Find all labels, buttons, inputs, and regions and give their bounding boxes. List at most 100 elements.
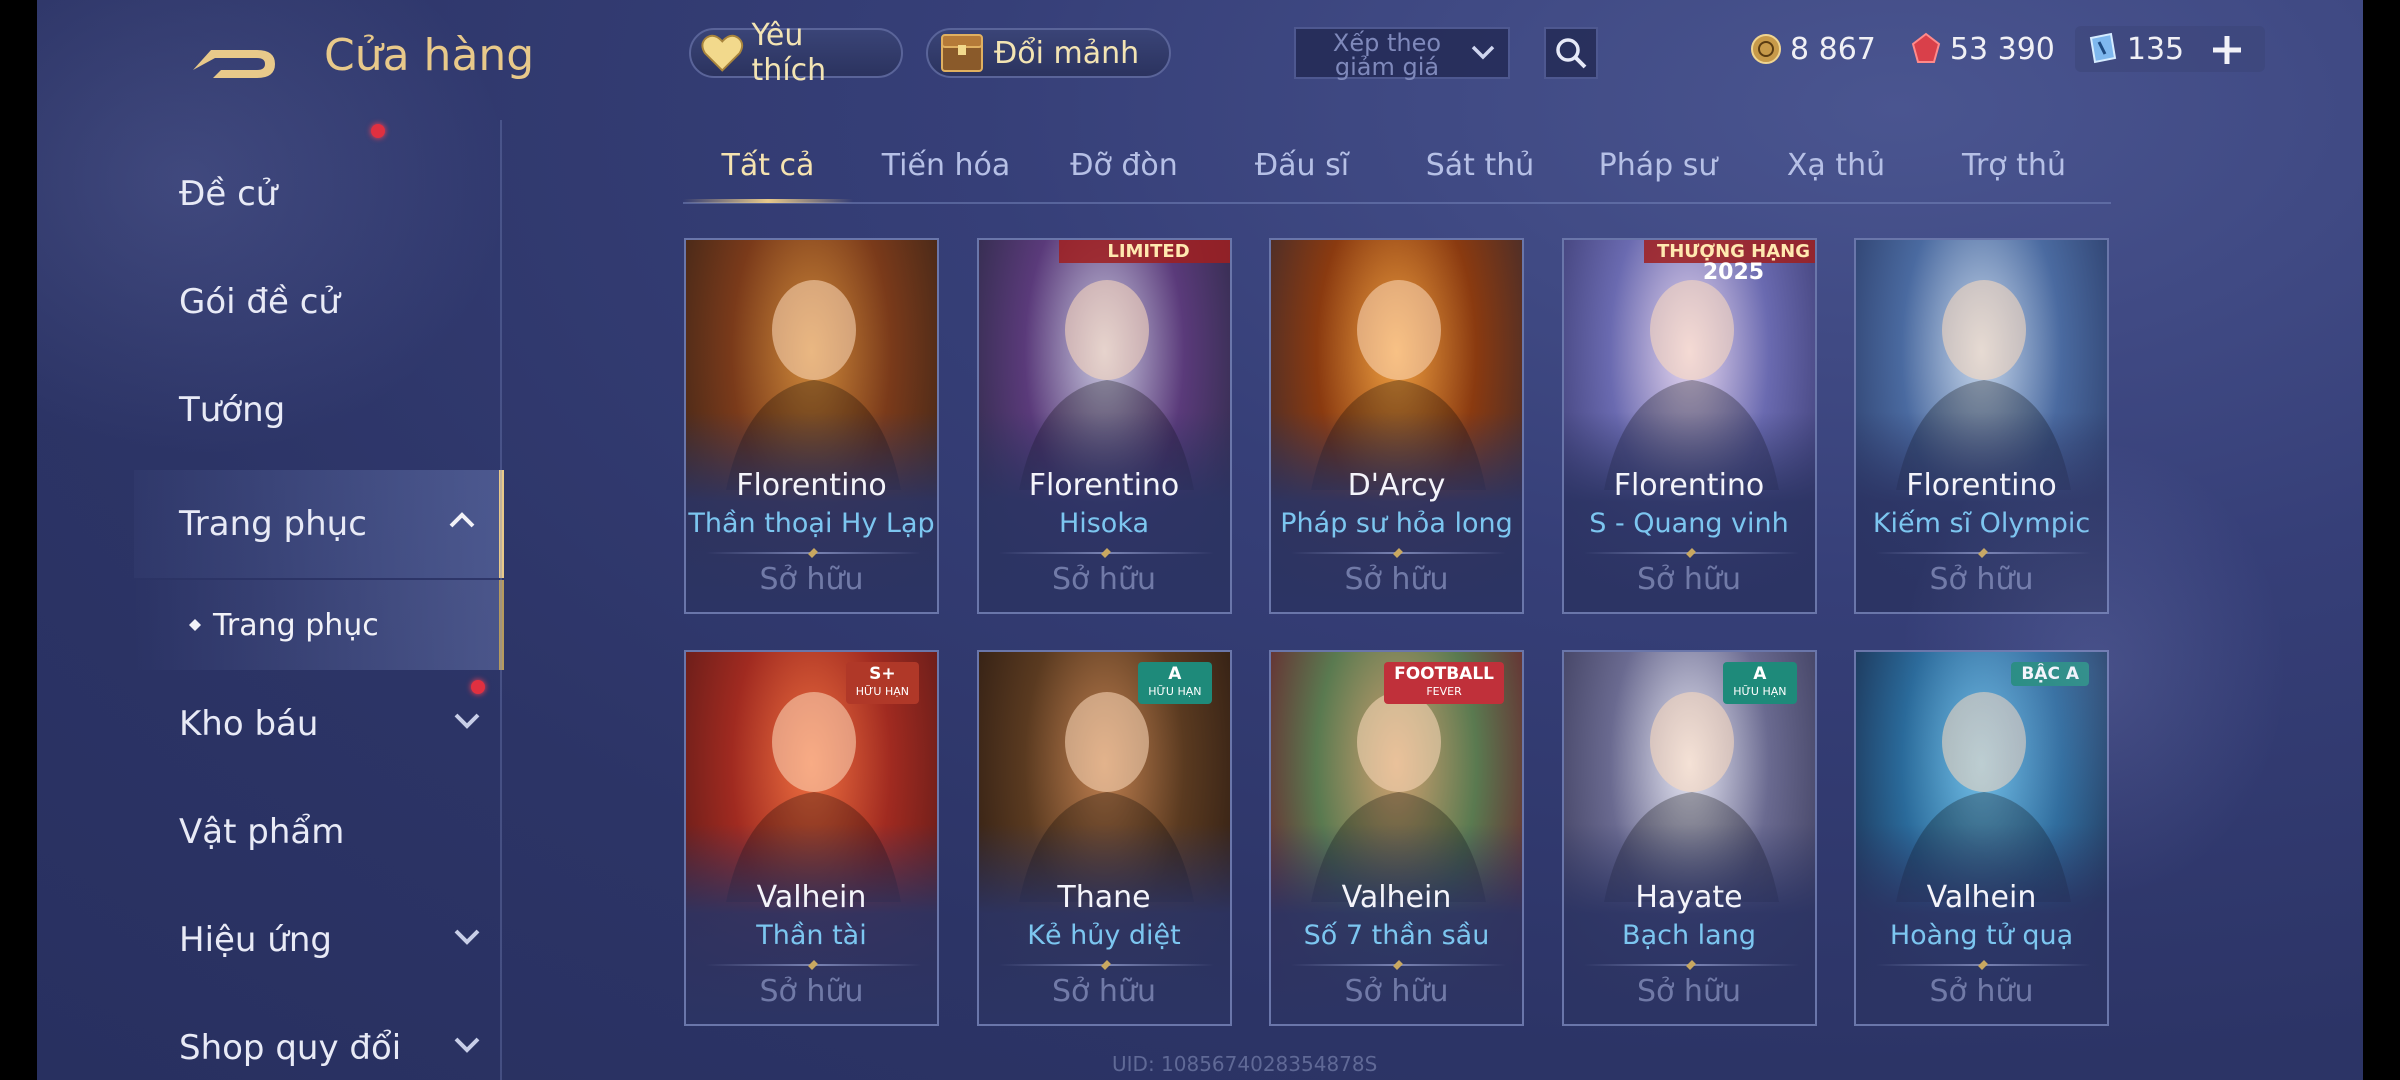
card-separator [706, 552, 921, 554]
category-tabs: Tất cả Tiến hóa Đỡ đòn Đấu sĩ Sát thủ Ph… [683, 140, 2111, 204]
skin-card[interactable]: BẬC A Valhein Hoàng tử quạ Sở hữu [1854, 650, 2109, 1026]
card-separator [1876, 964, 2091, 966]
owned-status: Sở hữu [1637, 562, 1741, 597]
sidebar: Đề cử Gói đề cử Tướng Trang phục Trang p… [134, 124, 504, 1080]
tab-label: Pháp sư [1598, 148, 1718, 183]
hero-name: Florentino [736, 468, 887, 503]
chevron-down-icon [454, 929, 480, 945]
owned-status: Sở hữu [759, 974, 864, 1009]
hero-name: D'Arcy [1347, 468, 1446, 503]
tier-badge-label: FOOTBALL [1394, 664, 1494, 684]
sidebar-item-label: Hiệu ứng [179, 920, 332, 960]
back-button[interactable] [187, 30, 283, 90]
skin-name: Hoàng tử quạ [1889, 920, 2074, 951]
owned-status: Sở hữu [759, 562, 864, 597]
sort-dropdown[interactable]: Xếp theo giảm giá [1294, 27, 1510, 79]
tier-badge: FOOTBALL FEVER [1384, 662, 1504, 704]
owned-status: Sở hữu [1344, 974, 1449, 1009]
card-separator [1583, 552, 1799, 554]
hero-name: Valhein [1341, 880, 1452, 915]
diamond-bullet-icon [189, 619, 201, 631]
skin-name: Kiếm sĩ Olympic [1872, 508, 2091, 539]
skin-card[interactable]: THƯỢNG HẠNG 2025 Florentino S - Quang vinh S… [1561, 238, 1817, 614]
skin-card[interactable]: A HỮU HẠN Hayate Bạch lang Sở hữu [1561, 650, 1817, 1026]
skin-card[interactable]: Florentino Thần thoại Hy Lạp Sở hữu [684, 238, 939, 614]
card-separator [998, 964, 1214, 966]
sidebar-item-bundles[interactable]: Gói đề cử [134, 124, 504, 356]
hero-name: Thane [1057, 880, 1151, 915]
card-separator [706, 964, 921, 966]
sidebar-divider [500, 120, 502, 1080]
sidebar-item-heroes[interactable]: Tướng [134, 356, 504, 464]
sidebar-item-items[interactable]: Vật phẩm [134, 778, 504, 886]
search-button[interactable] [1544, 27, 1598, 79]
skin-card[interactable]: A HỮU HẠN Thane Kẻ hủy diệt Sở hữu [976, 650, 1232, 1026]
card-fade [1856, 412, 2107, 612]
search-icon [1556, 38, 1587, 69]
shards-button[interactable]: Đổi mảnh [926, 28, 1171, 78]
tab-label: Trợ thủ [1962, 148, 2066, 183]
sidebar-item-label: Shop quy đổi [179, 1028, 402, 1068]
skin-artwork [1856, 240, 2107, 612]
gold-currency[interactable]: 8 867 [1740, 26, 1886, 72]
treasure-chest-icon [941, 34, 983, 72]
card-separator [1291, 964, 1506, 966]
tab-tank[interactable]: Đỡ đòn [1039, 148, 1209, 183]
sidebar-item-exchange-shop[interactable]: Shop quy đổi [134, 994, 504, 1080]
skin-card[interactable]: FOOTBALL FEVER Valhein Số 7 thần sầu Sở hữu [1269, 650, 1524, 1026]
gem-value: 53 390 [1949, 31, 2055, 67]
skin-card[interactable]: D'Arcy Pháp sư hỏa long Sở hữu [1269, 238, 1524, 614]
tier-badge-label: BẬC A [2021, 664, 2079, 684]
favorites-button[interactable]: Yêu thích [689, 18, 903, 88]
hero-name: Florentino [1028, 468, 1180, 503]
hero-name: Valhein [1926, 880, 2037, 915]
hero-name: Valhein [756, 880, 867, 915]
sidebar-item-skins[interactable]: Trang phục [134, 470, 504, 578]
skin-name: Bạch lang [1622, 920, 1756, 951]
skin-card[interactable]: LIMITED Florentino Hisoka Sở hữu [976, 238, 1232, 614]
hero-name: Hayate [1635, 880, 1743, 915]
sidebar-item-treasure[interactable]: Kho báu [134, 670, 504, 778]
chevron-down-icon [1471, 45, 1495, 60]
active-tab-indicator [683, 199, 853, 203]
tab-label: Sát thủ [1425, 148, 1535, 183]
sidebar-subitem-skins[interactable]: Trang phục [134, 580, 504, 670]
add-currency-button[interactable] [2205, 28, 2249, 72]
tab-fighter[interactable]: Đấu sĩ [1217, 148, 1387, 183]
skin-name: Pháp sư hỏa long [1280, 508, 1513, 539]
tab-label: Tiến hóa [881, 148, 1011, 183]
sidebar-item-label: Kho báu [179, 704, 319, 744]
sidebar-item-effects[interactable]: Hiệu ứng [134, 886, 504, 994]
tab-label: Đấu sĩ [1254, 148, 1350, 183]
tab-evolution[interactable]: Tiến hóa [861, 148, 1031, 183]
gold-coin-icon [1751, 34, 1781, 64]
hero-name: Florentino [1613, 468, 1765, 503]
tab-mage[interactable]: Pháp sư [1573, 148, 1743, 183]
skin-name: Kẻ hủy diệt [1027, 920, 1181, 951]
tab-label: Tất cả [721, 148, 815, 183]
tab-marksman[interactable]: Xạ thủ [1751, 148, 1921, 183]
sort-label: Xếp theo giảm giá [1332, 29, 1442, 81]
tier-badge-sub: HỮU HẠN [1733, 685, 1787, 698]
heart-icon [701, 34, 744, 72]
hero-silhouette [1896, 280, 2071, 490]
tab-support[interactable]: Trợ thủ [1929, 148, 2099, 183]
sidebar-item-recommended[interactable]: Đề cử [134, 140, 504, 248]
hero-name: Florentino [1906, 468, 2057, 503]
sidebar-item-label: Đề cử [179, 174, 278, 214]
owned-status: Sở hữu [1052, 562, 1156, 597]
shards-label: Đổi mảnh [994, 35, 1140, 71]
back-arrow-icon [193, 50, 275, 78]
tier-badge-sub: HỮU HẠN [1148, 685, 1202, 698]
skin-card[interactable]: Florentino Kiếm sĩ Olympic Sở hữu [1854, 238, 2109, 614]
skin-card[interactable]: S+ HỮU HẠN Valhein Thần tài Sở hữu [684, 650, 939, 1026]
sidebar-item-label: Gói đề cử [179, 282, 340, 322]
tab-assassin[interactable]: Sát thủ [1395, 148, 1565, 183]
tier-badge: S+ HỮU HẠN [845, 662, 919, 704]
gem-currency[interactable]: 53 390 [1900, 26, 2065, 72]
page-title: Cửa hàng [324, 30, 535, 81]
tab-all[interactable]: Tất cả [683, 148, 853, 203]
owned-status: Sở hữu [1637, 974, 1741, 1009]
skin-banner: LIMITED [1058, 240, 1230, 263]
plus-icon [2213, 36, 2241, 64]
